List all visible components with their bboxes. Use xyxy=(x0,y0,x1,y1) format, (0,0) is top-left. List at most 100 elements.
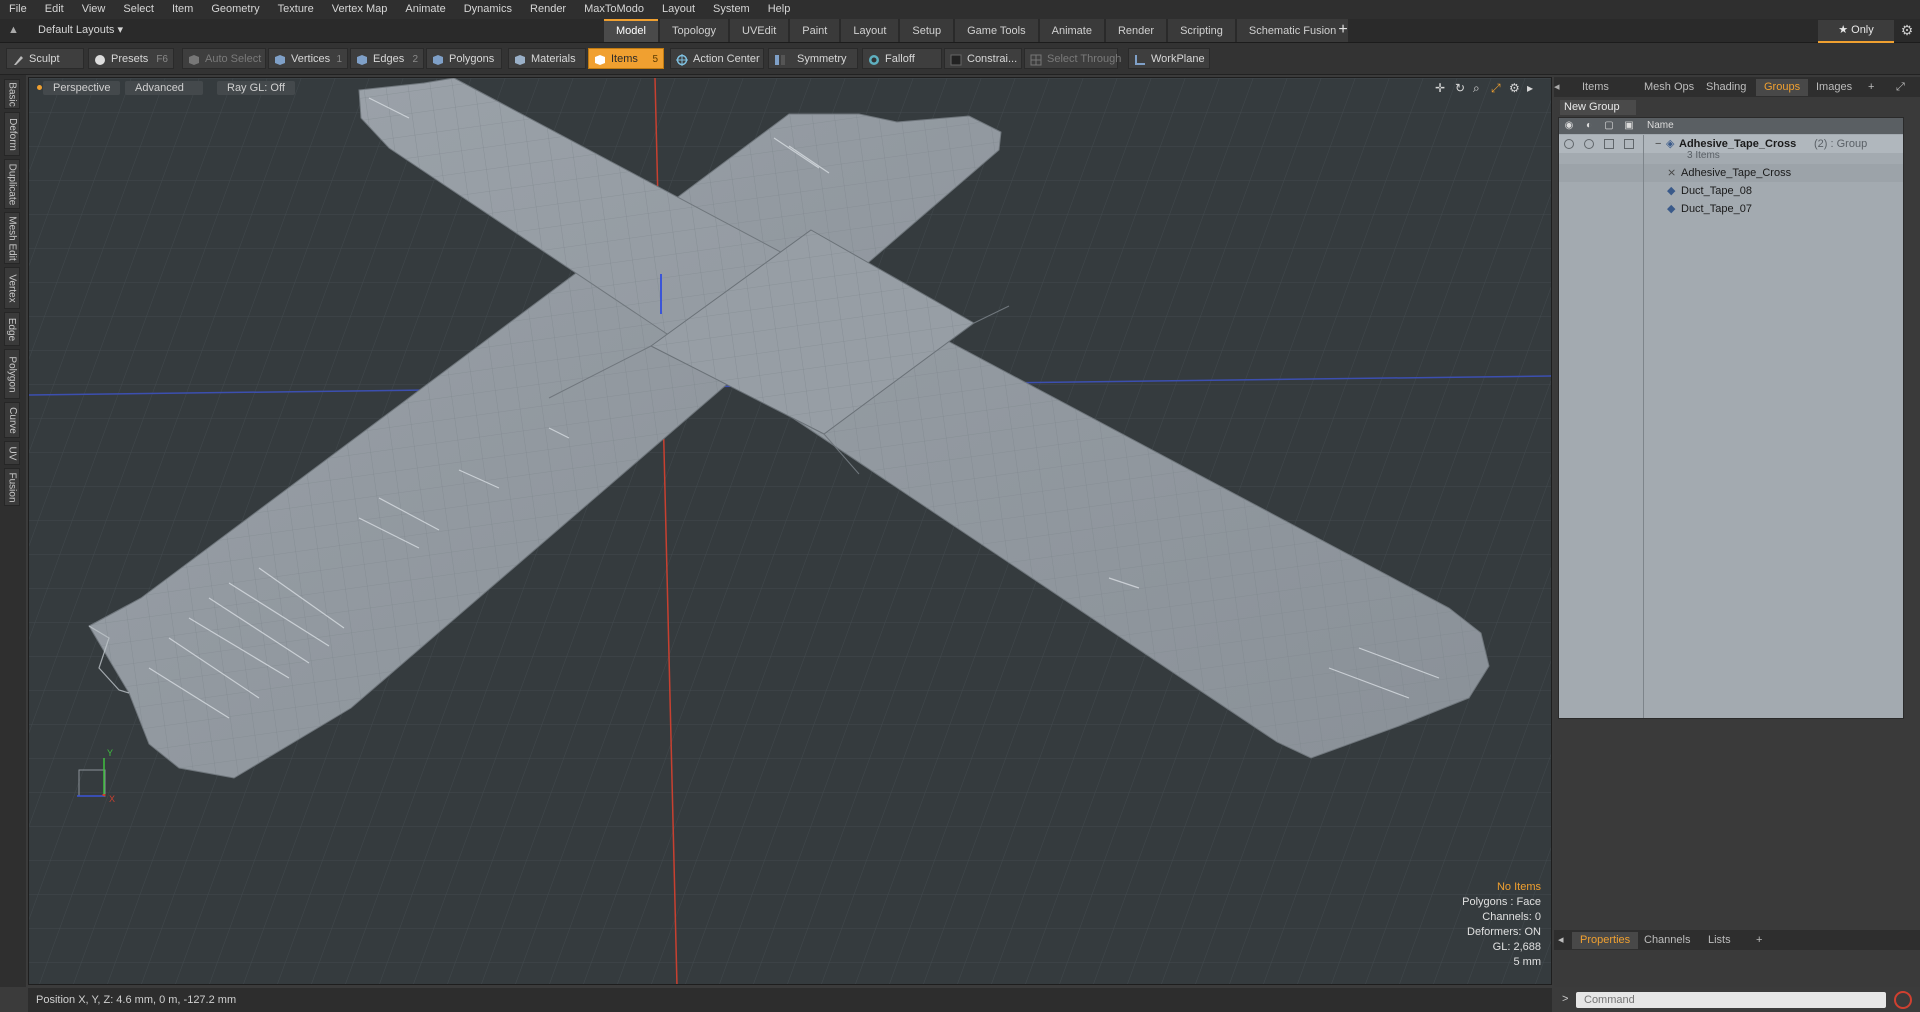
menu-layout[interactable]: Layout xyxy=(653,0,704,19)
menu-texture[interactable]: Texture xyxy=(269,0,323,19)
symmetry-button[interactable]: Symmetry xyxy=(768,48,858,69)
scene-canvas[interactable]: Y X xyxy=(29,78,1552,985)
deformers-text: Deformers: ON xyxy=(1467,926,1541,938)
presets-icon xyxy=(94,53,106,65)
left-tab-polygon[interactable]: Polygon xyxy=(4,349,20,399)
tab-setup[interactable]: Setup xyxy=(900,19,954,42)
new-group-button[interactable]: New Group xyxy=(1560,100,1636,115)
perspective-dropdown[interactable]: Perspective xyxy=(43,81,121,95)
panel-tab-groups[interactable]: Groups xyxy=(1756,79,1809,96)
add-tab-button[interactable]: + xyxy=(1334,21,1352,39)
tree-item-adhesive-tape-cross[interactable]: ⨯ Adhesive_Tape_Cross xyxy=(1559,164,1903,182)
left-tab-deform[interactable]: Deform xyxy=(4,112,20,156)
materials-button[interactable]: Materials xyxy=(508,48,586,69)
lock-col-icon[interactable]: ▢ xyxy=(1601,118,1617,134)
raygl-dropdown[interactable]: Ray GL: Off xyxy=(217,81,295,95)
select-col-icon[interactable]: ▣ xyxy=(1621,118,1637,134)
items-button[interactable]: Items 5 xyxy=(588,48,664,69)
tab-uvedit[interactable]: UVEdit xyxy=(730,19,789,42)
3d-viewport[interactable]: Y X Perspective Advanced Ray GL: Off ✛ ↻… xyxy=(28,77,1552,985)
left-tab-vertex[interactable]: Vertex xyxy=(4,267,20,309)
mesh-icon: ◆ xyxy=(1667,203,1676,215)
auto-select-button[interactable]: Auto Select xyxy=(182,48,266,69)
menu-dynamics[interactable]: Dynamics xyxy=(455,0,521,19)
tab-topology[interactable]: Topology xyxy=(659,19,729,42)
rotate-icon[interactable]: ↻ xyxy=(1455,80,1465,96)
polygons-button[interactable]: Polygons xyxy=(426,48,502,69)
left-tab-fusion[interactable]: Fusion xyxy=(4,468,20,506)
tab-layout[interactable]: Layout xyxy=(841,19,899,42)
only-toggle-button[interactable]: ★ Only xyxy=(1818,20,1894,43)
tab-scripting[interactable]: Scripting xyxy=(1168,19,1235,42)
add-properties-tab-button[interactable]: + xyxy=(1748,932,1770,949)
presets-button[interactable]: Presets F6 xyxy=(88,48,174,69)
properties-collapse-icon[interactable]: ◂ xyxy=(1554,932,1568,949)
render-col-icon[interactable]: ◐ xyxy=(1581,118,1597,134)
eye-icon[interactable] xyxy=(1564,139,1574,149)
add-panel-tab-button[interactable]: + xyxy=(1860,79,1882,96)
menu-file[interactable]: File xyxy=(0,0,36,19)
visibility-col-icon[interactable]: ◉ xyxy=(1561,118,1577,134)
tab-animate[interactable]: Animate xyxy=(1039,19,1104,42)
menu-system[interactable]: System xyxy=(704,0,759,19)
left-tab-uv[interactable]: UV xyxy=(4,441,20,465)
menu-maxtomodo[interactable]: MaxToModo xyxy=(575,0,653,19)
panel-tab-images[interactable]: Images xyxy=(1808,79,1860,96)
viewport-settings-icon[interactable]: ⚙ xyxy=(1509,80,1520,96)
vertices-label: Vertices xyxy=(291,53,331,65)
gear-icon[interactable]: ⚙ xyxy=(1898,21,1916,39)
zoom-icon[interactable]: ⌕ xyxy=(1473,80,1480,96)
tab-render[interactable]: Render xyxy=(1105,19,1167,42)
action-center-button[interactable]: Action Center xyxy=(670,48,764,69)
menu-animate[interactable]: Animate xyxy=(396,0,454,19)
pan-icon[interactable]: ✛ xyxy=(1435,80,1445,96)
panel-tab-items[interactable]: Items xyxy=(1574,79,1617,96)
tab-schematic-fusion[interactable]: Schematic Fusion xyxy=(1236,19,1349,42)
viewport-menu-arrow-icon[interactable]: ▸ xyxy=(1527,80,1533,96)
menu-edit[interactable]: Edit xyxy=(36,0,73,19)
name-column-header[interactable]: Name xyxy=(1647,118,1687,134)
record-macro-icon[interactable] xyxy=(1894,991,1912,1009)
menu-render[interactable]: Render xyxy=(521,0,575,19)
polygons-label: Polygons xyxy=(449,53,495,65)
tab-game-tools[interactable]: Game Tools xyxy=(955,19,1038,42)
panel-tab-mesh-ops[interactable]: Mesh Ops xyxy=(1636,79,1702,96)
menu-geometry[interactable]: Geometry xyxy=(202,0,268,19)
edges-button[interactable]: Edges 2 xyxy=(350,48,424,69)
tab-paint[interactable]: Paint xyxy=(790,19,840,42)
menu-item[interactable]: Item xyxy=(163,0,202,19)
properties-tab-channels[interactable]: Channels xyxy=(1636,932,1698,949)
left-tab-duplicate[interactable]: Duplicate xyxy=(4,159,20,209)
tree-scrollbar[interactable] xyxy=(1904,117,1916,719)
expand-panel-icon[interactable]: ⤢ xyxy=(1888,79,1913,96)
panel-tab-shading[interactable]: Shading xyxy=(1698,79,1754,96)
left-tab-edge[interactable]: Edge xyxy=(4,312,20,346)
constraints-button[interactable]: Constrai... xyxy=(944,48,1022,69)
lock-toggle-icon[interactable] xyxy=(1604,139,1614,149)
advanced-dropdown[interactable]: Advanced xyxy=(125,81,203,95)
falloff-button[interactable]: Falloff xyxy=(862,48,942,69)
layouts-dropdown[interactable]: Default Layouts ▾ xyxy=(14,22,123,39)
tab-model[interactable]: Model xyxy=(604,19,658,42)
left-tab-mesh-edit[interactable]: Mesh Edit xyxy=(4,212,20,264)
left-tab-curve[interactable]: Curve xyxy=(4,402,20,438)
menu-vertex-map[interactable]: Vertex Map xyxy=(323,0,397,19)
fit-icon[interactable]: ⤢ xyxy=(1491,80,1501,96)
sculpt-button[interactable]: Sculpt xyxy=(6,48,84,69)
workplane-button[interactable]: WorkPlane xyxy=(1128,48,1210,69)
menu-help[interactable]: Help xyxy=(759,0,800,19)
vertices-button[interactable]: Vertices 1 xyxy=(268,48,348,69)
select-toggle-icon[interactable] xyxy=(1624,139,1634,149)
menu-select[interactable]: Select xyxy=(114,0,163,19)
left-tab-basic[interactable]: Basic xyxy=(4,79,20,109)
tree-item-duct-tape-07[interactable]: ◆ Duct_Tape_07 xyxy=(1559,200,1903,218)
command-input[interactable] xyxy=(1576,992,1886,1008)
tree-item-duct-tape-08[interactable]: ◆ Duct_Tape_08 xyxy=(1559,182,1903,200)
panel-collapse-icon[interactable]: ◂ xyxy=(1554,79,1560,96)
render-toggle-icon[interactable] xyxy=(1584,139,1594,149)
left-tool-tabs: Basic Deform Duplicate Mesh Edit Vertex Edge P… xyxy=(0,75,26,987)
properties-tab-lists[interactable]: Lists xyxy=(1700,932,1739,949)
properties-tab-properties[interactable]: Properties xyxy=(1572,932,1639,949)
menu-view[interactable]: View xyxy=(73,0,115,19)
select-through-button[interactable]: Select Through xyxy=(1024,48,1121,69)
